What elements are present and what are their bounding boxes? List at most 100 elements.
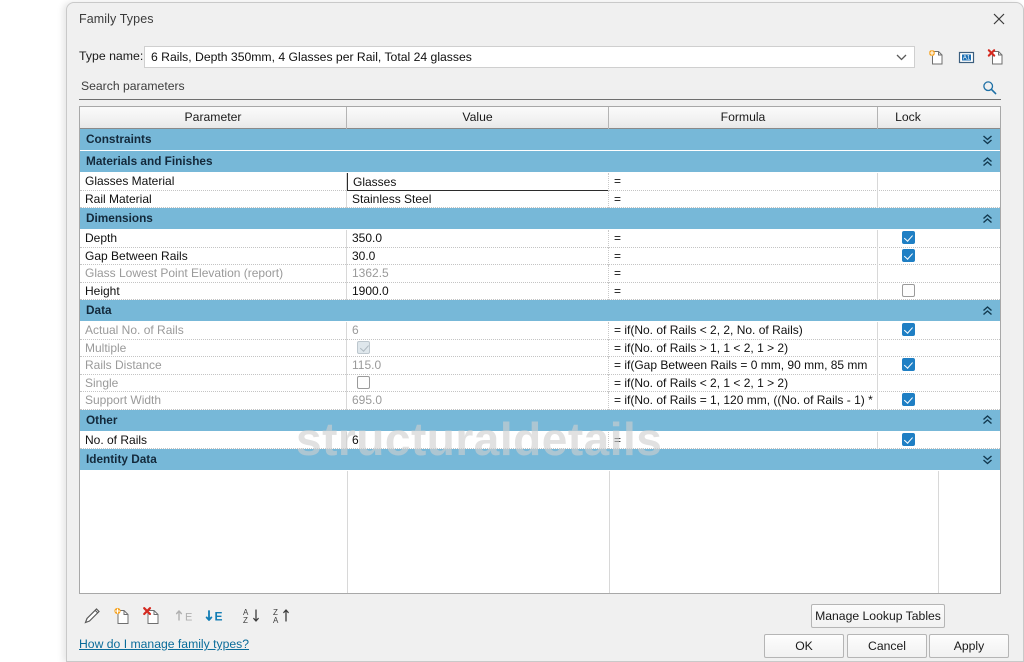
cell-value[interactable]: 695.0	[347, 392, 609, 410]
table-row[interactable]: Multiple= if(No. of Rails > 1, 1 < 2, 1 …	[80, 340, 1000, 358]
type-name-combobox[interactable]: 6 Rails, Depth 350mm, 4 Glasses per Rail…	[144, 46, 915, 68]
group-header[interactable]: Constraints	[80, 129, 1000, 151]
selected-value-cell[interactable]: Glasses	[347, 173, 609, 191]
column-header-value[interactable]: Value	[347, 107, 609, 129]
lock-checkbox[interactable]	[902, 231, 915, 244]
cell-lock[interactable]	[878, 283, 938, 301]
ok-button[interactable]: OK	[764, 634, 844, 658]
lock-checkbox[interactable]	[902, 433, 915, 446]
table-row[interactable]: Actual No. of Rails6= if(No. of Rails < …	[80, 322, 1000, 340]
apply-button[interactable]: Apply	[929, 634, 1009, 658]
cell-lock[interactable]	[878, 432, 938, 450]
search-input[interactable]: Search parameters	[81, 79, 185, 93]
delete-type-icon[interactable]	[983, 44, 1009, 70]
search-icon[interactable]	[979, 77, 999, 97]
chevron-double-down-icon[interactable]	[980, 451, 994, 467]
cell-value[interactable]: 30.0	[347, 248, 609, 266]
move-up-icon[interactable]: E	[171, 603, 197, 629]
cell-lock[interactable]	[878, 191, 938, 209]
rename-type-icon[interactable]: A1	[953, 44, 979, 70]
close-icon[interactable]	[977, 3, 1021, 35]
sort-descending-icon[interactable]: Z A	[269, 603, 295, 629]
cell-value[interactable]: 115.0	[347, 357, 609, 375]
cell-lock[interactable]	[878, 248, 938, 266]
table-row[interactable]: Single= if(No. of Rails < 2, 1 < 2, 1 > …	[80, 375, 1000, 393]
column-header-lock[interactable]: Lock	[878, 107, 938, 129]
group-header[interactable]: Identity Data	[80, 449, 1000, 471]
group-header[interactable]: Materials and Finishes	[80, 151, 1000, 173]
chevron-double-up-icon[interactable]	[980, 153, 994, 169]
new-type-icon[interactable]	[923, 44, 949, 70]
parameters-table: structuraldetails Parameter Value Formul…	[79, 106, 1001, 594]
cell-formula[interactable]: =	[609, 248, 878, 266]
lock-checkbox[interactable]	[902, 284, 915, 297]
cell-parameter: Glasses Material	[80, 173, 347, 191]
column-header-formula[interactable]: Formula	[609, 107, 878, 129]
group-header[interactable]: Data	[80, 300, 1000, 322]
chevron-double-up-icon[interactable]	[980, 210, 994, 226]
chevron-double-up-icon[interactable]	[980, 302, 994, 318]
cell-formula[interactable]: = if(No. of Rails < 2, 1 < 2, 1 > 2)	[609, 375, 878, 393]
cell-lock[interactable]	[878, 265, 938, 283]
cell-formula[interactable]: =	[609, 283, 878, 301]
lock-checkbox[interactable]	[902, 323, 915, 336]
cell-lock[interactable]	[878, 173, 938, 191]
cell-lock[interactable]	[878, 392, 938, 410]
value-checkbox[interactable]	[357, 341, 370, 354]
table-row[interactable]: Glasses MaterialGlasses=	[80, 173, 1000, 191]
cell-formula[interactable]: =	[609, 173, 878, 191]
cell-parameter: Rails Distance	[80, 357, 347, 375]
column-header-parameter[interactable]: Parameter	[80, 107, 347, 129]
manage-lookup-tables-button[interactable]: Manage Lookup Tables	[811, 604, 945, 628]
move-down-icon[interactable]: E	[201, 603, 227, 629]
cell-lock[interactable]	[878, 340, 938, 358]
table-row[interactable]: Gap Between Rails30.0=	[80, 248, 1000, 266]
lock-checkbox[interactable]	[902, 249, 915, 262]
cell-value[interactable]: Glasses	[347, 173, 609, 191]
cell-value[interactable]	[347, 340, 609, 358]
cell-formula[interactable]: = if(No. of Rails = 1, 120 mm, ((No. of …	[609, 392, 878, 410]
cell-formula[interactable]: =	[609, 191, 878, 209]
cell-formula[interactable]: =	[609, 432, 878, 450]
cell-formula[interactable]: = if(No. of Rails < 2, 2, No. of Rails)	[609, 322, 878, 340]
delete-parameter-icon[interactable]	[139, 603, 165, 629]
svg-text:E: E	[185, 612, 192, 624]
cell-value[interactable]: 6	[347, 322, 609, 340]
chevron-down-icon[interactable]	[892, 47, 910, 67]
cell-formula[interactable]: = if(Gap Between Rails = 0 mm, 90 mm, 85…	[609, 357, 878, 375]
chevron-double-up-icon[interactable]	[980, 412, 994, 428]
help-link[interactable]: How do I manage family types?	[79, 637, 249, 651]
group-header-label: Dimensions	[86, 211, 153, 225]
cell-value[interactable]: Stainless Steel	[347, 191, 609, 209]
table-row[interactable]: Rails Distance115.0= if(Gap Between Rail…	[80, 357, 1000, 375]
search-parameters-row[interactable]: Search parameters	[79, 77, 1001, 100]
cell-value[interactable]: 1362.5	[347, 265, 609, 283]
lock-checkbox[interactable]	[902, 393, 915, 406]
cell-formula[interactable]: =	[609, 230, 878, 248]
edit-parameter-icon[interactable]	[79, 603, 105, 629]
cell-value[interactable]: 350.0	[347, 230, 609, 248]
cell-value[interactable]: 1900.0	[347, 283, 609, 301]
cell-formula[interactable]: = if(No. of Rails > 1, 1 < 2, 1 > 2)	[609, 340, 878, 358]
cell-lock[interactable]	[878, 357, 938, 375]
table-row[interactable]: Height1900.0=	[80, 283, 1000, 301]
table-row[interactable]: No. of Rails6=	[80, 432, 1000, 450]
value-checkbox[interactable]	[357, 376, 370, 389]
new-parameter-icon[interactable]	[109, 603, 135, 629]
cell-formula[interactable]: =	[609, 265, 878, 283]
cancel-button[interactable]: Cancel	[847, 634, 927, 658]
chevron-double-down-icon[interactable]	[980, 131, 994, 147]
table-row[interactable]: Glass Lowest Point Elevation (report)136…	[80, 265, 1000, 283]
group-header[interactable]: Other	[80, 410, 1000, 432]
cell-value[interactable]: 6	[347, 432, 609, 450]
table-row[interactable]: Rail MaterialStainless Steel=	[80, 191, 1000, 209]
cell-lock[interactable]	[878, 375, 938, 393]
group-header[interactable]: Dimensions	[80, 208, 1000, 230]
lock-checkbox[interactable]	[902, 358, 915, 371]
cell-lock[interactable]	[878, 230, 938, 248]
cell-value[interactable]	[347, 375, 609, 393]
table-row[interactable]: Support Width695.0= if(No. of Rails = 1,…	[80, 392, 1000, 410]
table-row[interactable]: Depth350.0=	[80, 230, 1000, 248]
sort-ascending-icon[interactable]: A Z	[239, 603, 265, 629]
cell-lock[interactable]	[878, 322, 938, 340]
